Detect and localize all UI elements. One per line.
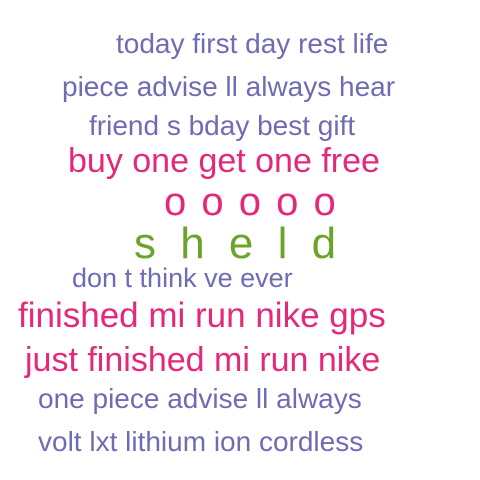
phrase-friend-bday: friend s bday best gift bbox=[89, 110, 356, 141]
word-cloud: today first day rest life piece advise l… bbox=[0, 0, 480, 480]
phrase-piece-advise: piece advise ll always hear bbox=[62, 71, 396, 102]
phrase-one-piece-advise: one piece advise ll always bbox=[38, 383, 362, 414]
phrase-volt-lxt: volt lxt lithium ion cordless bbox=[38, 426, 364, 457]
phrase-today-first-day: today first day rest life bbox=[116, 28, 389, 59]
phrase-s-h-e-l-d: s h e l d bbox=[134, 219, 343, 268]
phrase-finished-mi-run: finished mi run nike gps bbox=[18, 296, 386, 335]
phrase-dont-think: don t think ve ever bbox=[72, 263, 293, 293]
phrase-o-o-o-o-o: o o o o o bbox=[164, 180, 338, 224]
phrase-buy-one-get-one: buy one get one free bbox=[68, 142, 380, 180]
phrase-just-finished: just finished mi run nike bbox=[25, 341, 381, 379]
